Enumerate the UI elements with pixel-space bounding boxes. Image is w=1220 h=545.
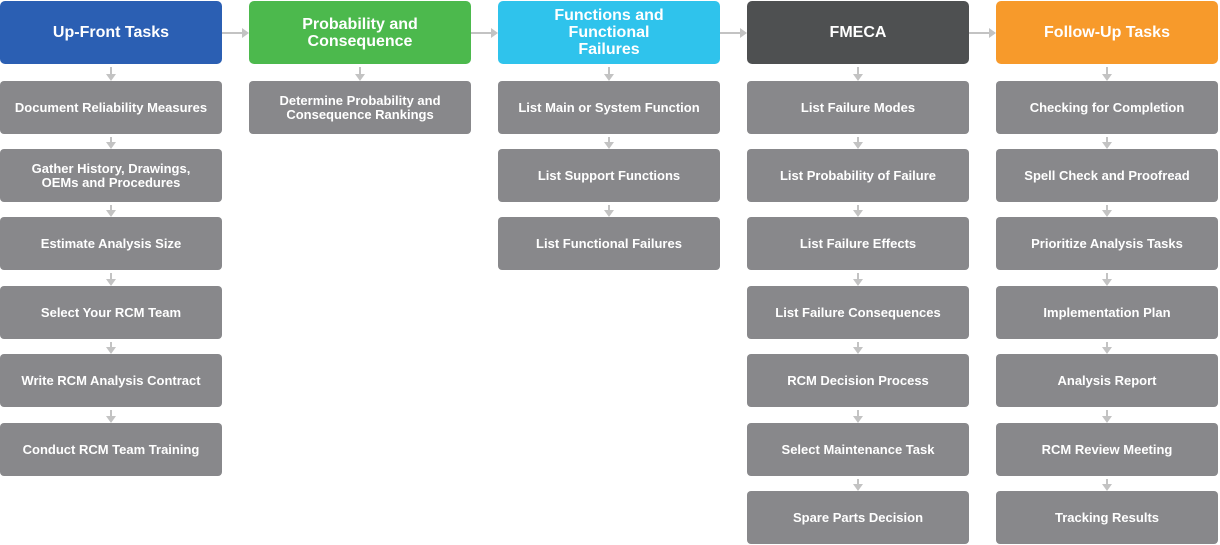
arrow-down-icon xyxy=(853,74,863,81)
arrow-down-icon xyxy=(106,416,116,423)
arrow-down-icon xyxy=(355,74,365,81)
step-box: List Support Functions xyxy=(498,149,720,202)
phase-header: FMECA xyxy=(747,1,969,64)
arrow-down-icon xyxy=(106,279,116,286)
phase-header: Functions and Functional Failures xyxy=(498,1,720,64)
arrow-right-icon xyxy=(740,28,747,38)
arrow-down-icon xyxy=(1102,279,1112,286)
arrow-down-icon xyxy=(604,210,614,217)
arrow-down-icon xyxy=(1102,142,1112,149)
step-box: List Failure Consequences xyxy=(747,286,969,339)
step-box: Determine Probability and Consequence Ra… xyxy=(249,81,471,134)
step-box: Estimate Analysis Size xyxy=(0,217,222,270)
arrow-down-icon xyxy=(853,142,863,149)
arrow-down-icon xyxy=(1102,210,1112,217)
phase-header: Up-Front Tasks xyxy=(0,1,222,64)
arrow-down-icon xyxy=(1102,416,1112,423)
step-box: Spell Check and Proofread xyxy=(996,149,1218,202)
arrow-down-icon xyxy=(853,416,863,423)
step-box: List Failure Modes xyxy=(747,81,969,134)
step-box: Checking for Completion xyxy=(996,81,1218,134)
arrow-down-icon xyxy=(604,142,614,149)
step-box: Tracking Results xyxy=(996,491,1218,544)
arrow-down-icon xyxy=(106,142,116,149)
step-box: List Main or System Function xyxy=(498,81,720,134)
arrow-down-icon xyxy=(106,347,116,354)
step-box: List Probability of Failure xyxy=(747,149,969,202)
step-box: RCM Decision Process xyxy=(747,354,969,407)
arrow-right-icon xyxy=(491,28,498,38)
arrow-right-icon xyxy=(242,28,249,38)
step-box: Conduct RCM Team Training xyxy=(0,423,222,476)
step-box: List Failure Effects xyxy=(747,217,969,270)
arrow-right-icon xyxy=(989,28,996,38)
arrow-down-icon xyxy=(106,210,116,217)
step-box: Implementation Plan xyxy=(996,286,1218,339)
arrow-down-icon xyxy=(853,279,863,286)
arrow-down-icon xyxy=(1102,484,1112,491)
step-box: Gather History, Drawings, OEMs and Proce… xyxy=(0,149,222,202)
phase-header: Follow-Up Tasks xyxy=(996,1,1218,64)
arrow-down-icon xyxy=(853,347,863,354)
arrow-down-icon xyxy=(853,484,863,491)
arrow-down-icon xyxy=(853,210,863,217)
step-box: Select Maintenance Task xyxy=(747,423,969,476)
step-box: Analysis Report xyxy=(996,354,1218,407)
step-box: Write RCM Analysis Contract xyxy=(0,354,222,407)
step-box: List Functional Failures xyxy=(498,217,720,270)
step-box: Prioritize Analysis Tasks xyxy=(996,217,1218,270)
arrow-down-icon xyxy=(106,74,116,81)
step-box: Document Reliability Measures xyxy=(0,81,222,134)
step-box: Select Your RCM Team xyxy=(0,286,222,339)
step-box: RCM Review Meeting xyxy=(996,423,1218,476)
phase-header: Probability and Consequence xyxy=(249,1,471,64)
arrow-down-icon xyxy=(1102,74,1112,81)
arrow-down-icon xyxy=(604,74,614,81)
step-box: Spare Parts Decision xyxy=(747,491,969,544)
arrow-down-icon xyxy=(1102,347,1112,354)
